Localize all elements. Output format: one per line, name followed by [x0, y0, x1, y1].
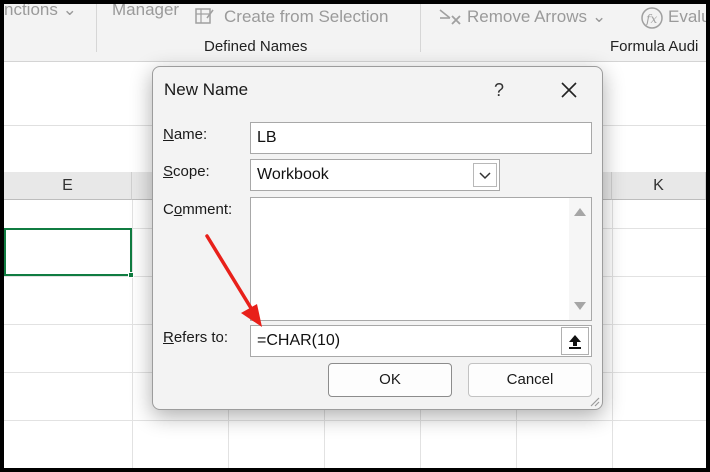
help-button[interactable]: ? — [481, 75, 517, 105]
formula-auditing-group-label: Formula Audi — [610, 38, 699, 55]
comment-textarea[interactable] — [250, 197, 592, 321]
dialog-title: New Name — [164, 80, 249, 99]
remove-arrows-icon — [438, 6, 464, 33]
scope-dropdown-button[interactable] — [473, 163, 497, 187]
functions-button[interactable]: nctions ⌄ — [4, 4, 77, 20]
close-icon — [561, 82, 577, 98]
column-header-k[interactable]: K — [612, 172, 706, 200]
create-from-selection-button[interactable]: Create from Selection — [224, 7, 388, 27]
column-header-e[interactable]: E — [4, 172, 132, 200]
scope-select[interactable]: Workbook — [250, 159, 500, 191]
scroll-down-icon[interactable] — [574, 302, 586, 310]
name-manager-button[interactable]: Manager — [112, 4, 179, 20]
evaluate-formula-icon: fx — [640, 6, 664, 35]
chevron-down-icon — [479, 172, 491, 180]
collapse-dialog-button[interactable] — [561, 327, 589, 355]
fill-handle[interactable] — [128, 272, 134, 278]
evaluate-formula-button[interactable]: Evalu — [668, 7, 706, 27]
close-button[interactable] — [549, 75, 589, 105]
name-input[interactable]: LB — [250, 122, 592, 154]
refers-to-label: Refers to: — [163, 329, 229, 346]
comment-label: Comment: — [163, 201, 233, 218]
ok-button[interactable]: OK — [328, 363, 452, 397]
scroll-up-icon[interactable] — [574, 208, 586, 216]
col-line — [612, 200, 613, 468]
name-label: Name: — [163, 126, 208, 143]
excel-window: nctions ⌄ Manager Create from Selection … — [4, 4, 706, 468]
col-line — [132, 200, 133, 468]
remove-arrows-dropdown[interactable]: ⌄ — [592, 7, 606, 27]
create-from-selection-icon — [194, 6, 216, 31]
scope-label: Scope: — [163, 163, 210, 180]
row-line — [4, 420, 706, 421]
new-name-dialog: New Name ? Name: LB Scope: Workbook Comm… — [152, 66, 603, 410]
selected-cell[interactable] — [4, 228, 132, 276]
ribbon-separator — [96, 4, 97, 52]
ribbon: nctions ⌄ Manager Create from Selection … — [4, 4, 706, 62]
defined-names-group-label: Defined Names — [204, 38, 308, 55]
comment-scrollbar[interactable] — [569, 198, 591, 320]
resize-grip-icon[interactable] — [588, 395, 600, 407]
fx-glyph: fx — [645, 12, 657, 26]
remove-arrows-button[interactable]: Remove Arrows — [467, 7, 587, 27]
refers-to-input[interactable]: =CHAR(10) — [250, 325, 592, 357]
ribbon-separator — [420, 4, 421, 52]
cancel-button[interactable]: Cancel — [468, 363, 592, 397]
collapse-dialog-icon — [569, 335, 581, 349]
